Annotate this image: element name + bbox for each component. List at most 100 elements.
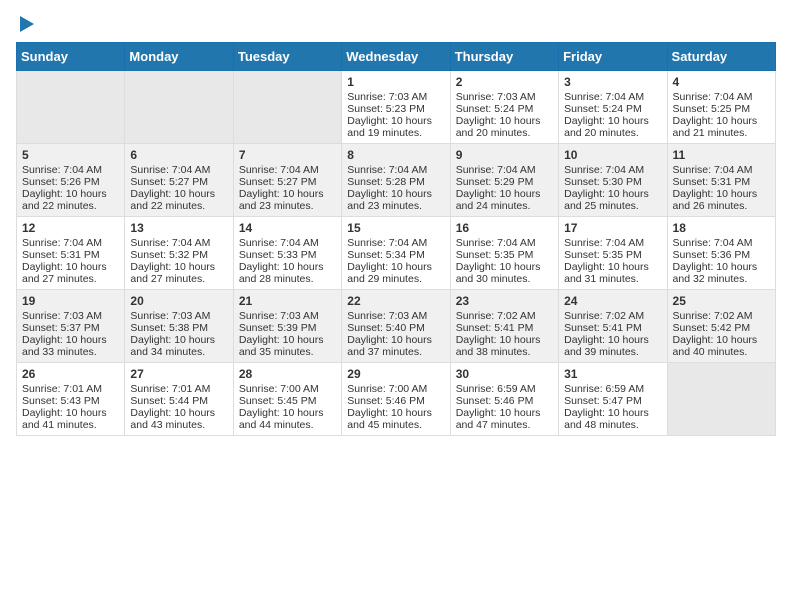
calendar-cell: 6Sunrise: 7:04 AMSunset: 5:27 PMDaylight… [125,144,233,217]
logo-arrow-icon [20,16,34,32]
calendar-cell: 11Sunrise: 7:04 AMSunset: 5:31 PMDayligh… [667,144,775,217]
day-number: 8 [347,148,444,162]
daylight-text: Daylight: 10 hours and 30 minutes. [456,261,553,285]
sunset-text: Sunset: 5:27 PM [239,176,336,188]
sunrise-text: Sunrise: 7:04 AM [564,91,661,103]
day-number: 4 [673,75,770,89]
daylight-text: Daylight: 10 hours and 20 minutes. [456,115,553,139]
day-number: 30 [456,367,553,381]
calendar-table: SundayMondayTuesdayWednesdayThursdayFrid… [16,42,776,436]
sunrise-text: Sunrise: 7:01 AM [130,383,227,395]
calendar-cell: 1Sunrise: 7:03 AMSunset: 5:23 PMDaylight… [342,71,450,144]
sunrise-text: Sunrise: 7:04 AM [564,164,661,176]
day-number: 19 [22,294,119,308]
sunrise-text: Sunrise: 7:04 AM [673,237,770,249]
sunset-text: Sunset: 5:27 PM [130,176,227,188]
calendar-week-4: 19Sunrise: 7:03 AMSunset: 5:37 PMDayligh… [17,290,776,363]
sunrise-text: Sunrise: 7:02 AM [564,310,661,322]
sunrise-text: Sunrise: 7:04 AM [239,164,336,176]
sunrise-text: Sunrise: 7:04 AM [22,237,119,249]
daylight-text: Daylight: 10 hours and 47 minutes. [456,407,553,431]
day-number: 23 [456,294,553,308]
daylight-text: Daylight: 10 hours and 43 minutes. [130,407,227,431]
day-number: 18 [673,221,770,235]
sunset-text: Sunset: 5:35 PM [456,249,553,261]
calendar-cell: 29Sunrise: 7:00 AMSunset: 5:46 PMDayligh… [342,363,450,436]
sunrise-text: Sunrise: 7:03 AM [239,310,336,322]
day-number: 31 [564,367,661,381]
weekday-header-monday: Monday [125,43,233,71]
sunrise-text: Sunrise: 7:03 AM [347,91,444,103]
sunrise-text: Sunrise: 7:01 AM [22,383,119,395]
daylight-text: Daylight: 10 hours and 27 minutes. [22,261,119,285]
sunset-text: Sunset: 5:37 PM [22,322,119,334]
sunset-text: Sunset: 5:39 PM [239,322,336,334]
sunset-text: Sunset: 5:42 PM [673,322,770,334]
daylight-text: Daylight: 10 hours and 27 minutes. [130,261,227,285]
weekday-header-tuesday: Tuesday [233,43,341,71]
calendar-cell: 16Sunrise: 7:04 AMSunset: 5:35 PMDayligh… [450,217,558,290]
daylight-text: Daylight: 10 hours and 38 minutes. [456,334,553,358]
daylight-text: Daylight: 10 hours and 33 minutes. [22,334,119,358]
calendar-week-5: 26Sunrise: 7:01 AMSunset: 5:43 PMDayligh… [17,363,776,436]
calendar-cell: 2Sunrise: 7:03 AMSunset: 5:24 PMDaylight… [450,71,558,144]
sunrise-text: Sunrise: 7:02 AM [673,310,770,322]
sunset-text: Sunset: 5:24 PM [456,103,553,115]
sunrise-text: Sunrise: 6:59 AM [564,383,661,395]
day-number: 29 [347,367,444,381]
day-number: 20 [130,294,227,308]
daylight-text: Daylight: 10 hours and 20 minutes. [564,115,661,139]
sunset-text: Sunset: 5:38 PM [130,322,227,334]
sunrise-text: Sunrise: 7:04 AM [130,237,227,249]
logo [16,16,34,30]
sunset-text: Sunset: 5:29 PM [456,176,553,188]
daylight-text: Daylight: 10 hours and 22 minutes. [130,188,227,212]
day-number: 27 [130,367,227,381]
daylight-text: Daylight: 10 hours and 39 minutes. [564,334,661,358]
sunset-text: Sunset: 5:32 PM [130,249,227,261]
sunrise-text: Sunrise: 7:04 AM [22,164,119,176]
sunset-text: Sunset: 5:47 PM [564,395,661,407]
day-number: 21 [239,294,336,308]
sunset-text: Sunset: 5:23 PM [347,103,444,115]
sunrise-text: Sunrise: 7:03 AM [22,310,119,322]
day-number: 24 [564,294,661,308]
weekday-header-saturday: Saturday [667,43,775,71]
calendar-cell: 15Sunrise: 7:04 AMSunset: 5:34 PMDayligh… [342,217,450,290]
calendar-cell: 13 Sunrise: 7:04 AMSunset: 5:32 PMDayligh… [125,217,233,290]
day-number: 28 [239,367,336,381]
daylight-text: Daylight: 10 hours and 32 minutes. [673,261,770,285]
day-number: 3 [564,75,661,89]
daylight-text: Daylight: 10 hours and 34 minutes. [130,334,227,358]
sunrise-text: Sunrise: 7:00 AM [347,383,444,395]
sunrise-text: Sunrise: 7:04 AM [456,237,553,249]
calendar-cell: 18Sunrise: 7:04 AMSunset: 5:36 PMDayligh… [667,217,775,290]
sunset-text: Sunset: 5:34 PM [347,249,444,261]
daylight-text: Daylight: 10 hours and 24 minutes. [456,188,553,212]
daylight-text: Daylight: 10 hours and 37 minutes. [347,334,444,358]
sunset-text: Sunset: 5:43 PM [22,395,119,407]
sunrise-text: Sunrise: 7:00 AM [239,383,336,395]
sunrise-text: Sunrise: 7:04 AM [673,164,770,176]
sunset-text: Sunset: 5:24 PM [564,103,661,115]
calendar-cell: 28Sunrise: 7:00 AMSunset: 5:45 PMDayligh… [233,363,341,436]
daylight-text: Daylight: 10 hours and 48 minutes. [564,407,661,431]
daylight-text: Daylight: 10 hours and 45 minutes. [347,407,444,431]
day-number: 25 [673,294,770,308]
calendar-week-3: 12Sunrise: 7:04 AMSunset: 5:31 PMDayligh… [17,217,776,290]
daylight-text: Daylight: 10 hours and 26 minutes. [673,188,770,212]
calendar-cell: 24Sunrise: 7:02 AMSunset: 5:41 PMDayligh… [559,290,667,363]
calendar-cell: 19 Sunrise: 7:03 AMSunset: 5:37 PMDayligh… [17,290,125,363]
daylight-text: Daylight: 10 hours and 31 minutes. [564,261,661,285]
sunset-text: Sunset: 5:46 PM [456,395,553,407]
page-header [16,16,776,30]
day-number: 13 [130,221,227,235]
daylight-text: Daylight: 10 hours and 22 minutes. [22,188,119,212]
day-number: 9 [456,148,553,162]
weekday-header-thursday: Thursday [450,43,558,71]
sunrise-text: Sunrise: 7:03 AM [456,91,553,103]
calendar-cell: 30Sunrise: 6:59 AMSunset: 5:46 PMDayligh… [450,363,558,436]
calendar-header-row: SundayMondayTuesdayWednesdayThursdayFrid… [17,43,776,71]
day-number: 10 [564,148,661,162]
daylight-text: Daylight: 10 hours and 44 minutes. [239,407,336,431]
